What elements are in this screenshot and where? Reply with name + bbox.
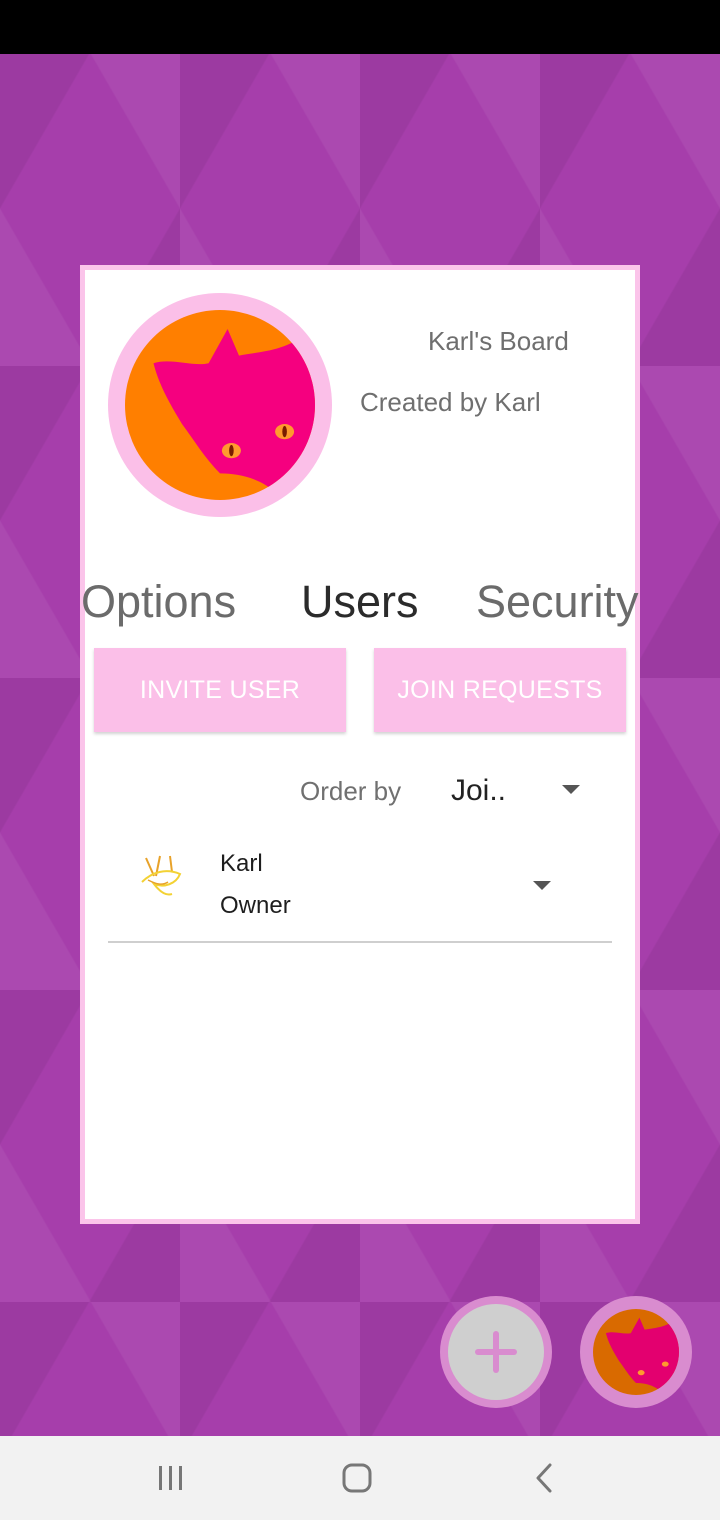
tab-users[interactable]: Users bbox=[301, 576, 419, 628]
status-bar bbox=[0, 0, 720, 54]
join-requests-button[interactable]: JOIN REQUESTS bbox=[374, 648, 626, 732]
order-by-label: Order by bbox=[300, 776, 402, 806]
plus-icon bbox=[475, 1331, 517, 1373]
board-avatar[interactable] bbox=[108, 293, 332, 517]
tab-bar: Options Users Security bbox=[81, 576, 645, 636]
system-nav-bar bbox=[0, 1436, 720, 1520]
back-icon[interactable] bbox=[523, 1456, 567, 1500]
board-creator: Created by Karl bbox=[360, 387, 541, 417]
chevron-down-icon[interactable] bbox=[562, 785, 580, 794]
order-by-select[interactable]: Joi.. bbox=[451, 774, 506, 808]
recents-icon[interactable] bbox=[148, 1456, 192, 1500]
cat-avatar-icon bbox=[125, 310, 315, 500]
board-title: Karl's Board bbox=[428, 326, 569, 356]
cat-avatar-icon bbox=[593, 1309, 679, 1395]
sketch-avatar-icon bbox=[141, 855, 182, 896]
user-role: Owner bbox=[220, 892, 291, 919]
tab-security[interactable]: Security bbox=[476, 576, 639, 628]
tab-options[interactable]: Options bbox=[81, 576, 236, 628]
home-icon[interactable] bbox=[335, 1456, 379, 1500]
list-item[interactable]: Karl Owner bbox=[108, 840, 612, 943]
profile-button[interactable] bbox=[580, 1296, 692, 1408]
board-card: Karl's Board Created by Karl Options Use… bbox=[80, 265, 640, 1224]
add-button[interactable] bbox=[440, 1296, 552, 1408]
chevron-down-icon[interactable] bbox=[533, 881, 551, 890]
invite-user-button[interactable]: INVITE USER bbox=[94, 648, 346, 732]
user-name: Karl bbox=[220, 850, 263, 877]
